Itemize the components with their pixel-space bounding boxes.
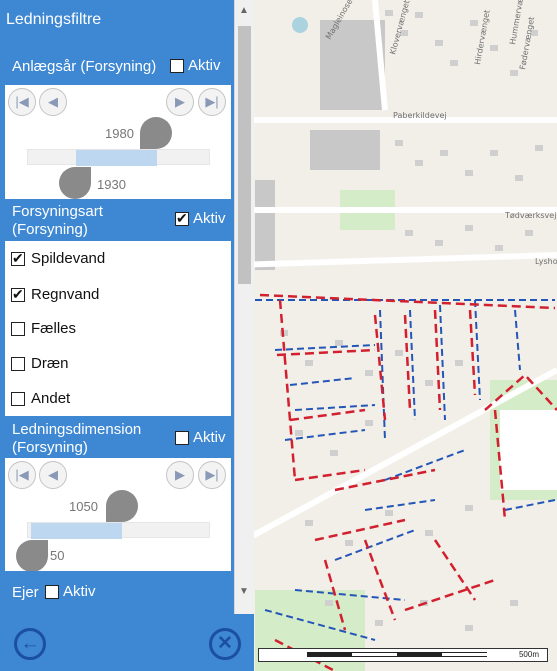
regnvand-label: Regnvand <box>31 286 100 303</box>
dimension-lower-handle[interactable] <box>16 540 48 572</box>
map-view[interactable]: Magleinosevej Klovervænget Hummervænget … <box>235 0 557 671</box>
dimension-next-button[interactable]: ▶ <box>166 461 194 489</box>
section-forsyningsart-title-line1: Forsyningsart <box>12 203 103 220</box>
anlaegsaar-slider-range <box>76 150 157 166</box>
forsyningsart-aktiv-label: Aktiv <box>193 210 226 227</box>
dimension-last-button[interactable]: ▶| <box>198 461 226 489</box>
ejer-aktiv-label: Aktiv <box>63 583 96 600</box>
anlaegsaar-upper-value: 1980 <box>105 126 134 141</box>
draen-checkbox[interactable] <box>11 356 25 371</box>
dimension-slider-range <box>31 523 122 539</box>
anlaegsaar-lower-handle[interactable] <box>59 167 91 199</box>
scroll-up-icon[interactable]: ▲ <box>239 5 249 16</box>
dimension-aktiv-checkbox[interactable] <box>175 430 189 445</box>
dimension-aktiv-label: Aktiv <box>193 429 226 446</box>
section-dimension-title-line2: (Forsyning) <box>12 439 88 456</box>
ejer-aktiv-toggle[interactable]: Aktiv <box>45 583 96 600</box>
type-item-regnvand[interactable]: Regnvand <box>11 286 99 303</box>
filter-panel: Ledningsfiltre Anlægsår (Forsyning) Akti… <box>0 0 254 671</box>
street-label-lysho: Lysho <box>535 257 557 266</box>
section-ejer-header: Ejer Aktiv <box>5 571 231 614</box>
section-anlaegsaar-header: Anlægsår (Forsyning) Aktiv <box>5 43 231 85</box>
faelles-label: Fælles <box>31 320 77 337</box>
dimension-upper-handle[interactable] <box>106 490 138 522</box>
street-label-paberkildevej: Paberkildevej <box>393 111 447 120</box>
panel-scrollbar[interactable]: ▲ ▼ <box>234 0 254 614</box>
anlaegsaar-first-button[interactable]: |◀ <box>8 88 36 116</box>
anlaegsaar-aktiv-label: Aktiv <box>188 57 221 74</box>
close-icon[interactable]: ✕ <box>209 628 241 660</box>
scale-label: 500m <box>518 650 539 659</box>
andet-label: Andet <box>31 390 71 407</box>
draen-label: Dræn <box>31 355 69 372</box>
scale-bar: 500m <box>258 648 548 662</box>
forsyningsart-aktiv-checkbox[interactable] <box>175 210 189 227</box>
dimension-aktiv-toggle[interactable]: Aktiv <box>175 429 226 446</box>
type-item-spildevand[interactable]: Spildevand <box>11 250 105 267</box>
dimension-first-button[interactable]: |◀ <box>8 461 36 489</box>
scrollbar-thumb[interactable] <box>238 26 251 284</box>
panel-body: Anlægsår (Forsyning) Aktiv |◀ ◀ ▶ ▶| 198… <box>5 43 231 614</box>
section-forsyningsart-header: Forsyningsart (Forsyning) Aktiv <box>5 199 231 241</box>
anlaegsaar-lower-value: 1930 <box>97 177 126 192</box>
faelles-checkbox[interactable] <box>11 321 25 336</box>
panel-footer: ← ✕ <box>0 614 254 671</box>
anlaegsaar-upper-handle[interactable] <box>140 117 172 149</box>
section-ejer-title: Ejer <box>12 584 39 601</box>
panel-title: Ledningsfiltre <box>6 11 102 28</box>
section-dimension-title-line1: Ledningsdimension <box>12 421 142 438</box>
anlaegsaar-next-button[interactable]: ▶ <box>166 88 194 116</box>
section-dimension-header: Ledningsdimension (Forsyning) Aktiv <box>5 416 231 458</box>
type-item-draen[interactable]: Dræn <box>11 355 69 372</box>
regnvand-checkbox[interactable] <box>11 286 25 303</box>
anlaegsaar-aktiv-toggle[interactable]: Aktiv <box>170 57 221 74</box>
scroll-down-icon[interactable]: ▼ <box>239 586 249 597</box>
type-item-faelles[interactable]: Fælles <box>11 320 76 337</box>
dimension-upper-value: 1050 <box>69 499 98 514</box>
forsyningsart-aktiv-toggle[interactable]: Aktiv <box>175 210 226 227</box>
anlaegsaar-last-button[interactable]: ▶| <box>198 88 226 116</box>
back-arrow-icon[interactable]: ← <box>14 628 46 660</box>
type-item-andet[interactable]: Andet <box>11 390 70 407</box>
dimension-prev-button[interactable]: ◀ <box>39 461 67 489</box>
anlaegsaar-aktiv-checkbox[interactable] <box>170 58 184 73</box>
map-canvas[interactable]: Magleinosevej Klovervænget Hummervænget … <box>235 0 557 671</box>
anlaegsaar-prev-button[interactable]: ◀ <box>39 88 67 116</box>
street-label-todvaerksvej: Tødværksvej <box>504 211 556 220</box>
dimension-nav-row: |◀ ◀ ▶ ▶| <box>5 460 231 494</box>
dimension-lower-value: 50 <box>50 548 65 563</box>
section-forsyningsart-title-line2: (Forsyning) <box>12 221 88 238</box>
ejer-aktiv-checkbox[interactable] <box>45 584 59 599</box>
spildevand-checkbox[interactable] <box>11 250 25 267</box>
section-anlaegsaar-title: Anlægsår (Forsyning) <box>12 58 157 75</box>
andet-checkbox[interactable] <box>11 391 25 406</box>
anlaegsaar-nav-row: |◀ ◀ ▶ ▶| <box>5 87 231 121</box>
spildevand-label: Spildevand <box>31 250 106 267</box>
